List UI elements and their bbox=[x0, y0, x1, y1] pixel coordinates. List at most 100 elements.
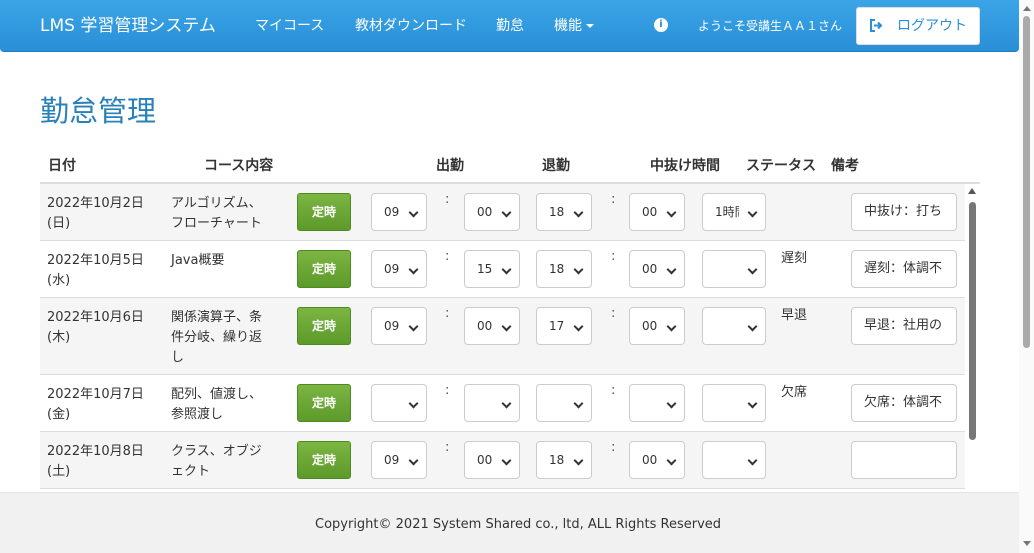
select-value: 00 bbox=[477, 205, 493, 219]
end-hour-select[interactable] bbox=[536, 384, 592, 422]
logout-button[interactable]: ログアウト bbox=[856, 7, 980, 45]
header-date: 日付 bbox=[48, 158, 76, 174]
scroll-up-arrow-icon[interactable] bbox=[968, 188, 976, 194]
end-hour-select[interactable]: 18 bbox=[536, 441, 592, 479]
break-time-select[interactable] bbox=[702, 384, 766, 422]
end-hour-select[interactable]: 18 bbox=[536, 193, 592, 231]
nav-functions-label: 機能 bbox=[554, 18, 582, 34]
chevron-down-icon bbox=[501, 321, 512, 332]
time-separator: : bbox=[611, 383, 616, 398]
logout-label: ログアウト bbox=[897, 18, 967, 34]
welcome-text: ようこそ受講生ＡＡ１さん bbox=[698, 19, 843, 33]
chevron-down-icon bbox=[408, 398, 419, 409]
start-minute-select[interactable]: 15 bbox=[464, 250, 520, 288]
remark-input[interactable]: 遅刻：体調不 bbox=[851, 250, 957, 288]
select-value: 15 bbox=[477, 262, 493, 276]
time-separator: : bbox=[445, 306, 450, 321]
nav-material-download[interactable]: 教材ダウンロード bbox=[355, 0, 467, 52]
nav-my-course[interactable]: マイコース bbox=[255, 0, 324, 52]
select-value: 00 bbox=[477, 319, 493, 333]
select-value: 00 bbox=[642, 319, 658, 333]
end-minute-select[interactable]: 00 bbox=[629, 193, 685, 231]
time-separator: : bbox=[445, 383, 450, 398]
page-scroll-thumb[interactable] bbox=[1023, 16, 1030, 348]
select-value: 09 bbox=[384, 262, 400, 276]
remark-input[interactable]: 中抜け：打ち bbox=[851, 193, 957, 231]
brand-link[interactable]: LMS 学習管理システム bbox=[40, 0, 216, 52]
start-hour-select[interactable]: 09 bbox=[371, 250, 427, 288]
teiji-button[interactable]: 定時 bbox=[297, 193, 351, 231]
teiji-button[interactable]: 定時 bbox=[297, 384, 351, 422]
start-minute-select[interactable] bbox=[464, 384, 520, 422]
start-minute-select[interactable]: 00 bbox=[464, 441, 520, 479]
chevron-down-icon bbox=[501, 207, 512, 218]
chevron-down-icon bbox=[408, 455, 419, 466]
page-scrollbar[interactable] bbox=[1019, 0, 1034, 553]
status-cell: 欠席 bbox=[781, 385, 808, 400]
select-value: 18 bbox=[549, 205, 565, 219]
start-hour-select[interactable]: 09 bbox=[371, 193, 427, 231]
end-minute-select[interactable]: 00 bbox=[629, 307, 685, 345]
course-cell: 関係演算子、条 件分岐、繰り返 し bbox=[171, 310, 263, 365]
header-course: コース内容 bbox=[204, 158, 274, 174]
status-cell: 早退 bbox=[781, 308, 808, 323]
nav-attendance[interactable]: 勤怠 bbox=[496, 0, 524, 52]
date-cell: 2022年10月5日 (水) bbox=[47, 253, 144, 288]
chevron-down-icon bbox=[501, 455, 512, 466]
remark-input[interactable]: 欠席：体調不 bbox=[851, 384, 957, 422]
break-time-select[interactable]: 1時間 bbox=[702, 193, 766, 231]
end-hour-select[interactable]: 17 bbox=[536, 307, 592, 345]
date-cell: 2022年10月8日 (土) bbox=[47, 444, 144, 479]
time-separator: : bbox=[611, 192, 616, 207]
course-cell: アルゴリズム、 フローチャート bbox=[171, 196, 262, 231]
chevron-down-icon bbox=[573, 264, 584, 275]
date-cell: 2022年10月7日 (金) bbox=[47, 387, 144, 422]
course-cell: クラス、オブジ ェクト bbox=[171, 444, 262, 479]
chevron-down-icon bbox=[666, 264, 677, 275]
chevron-down-icon bbox=[666, 455, 677, 466]
time-separator: : bbox=[445, 192, 450, 207]
info-icon[interactable]: i bbox=[654, 18, 668, 32]
page-scroll-down-icon[interactable] bbox=[1023, 541, 1031, 546]
teiji-button[interactable]: 定時 bbox=[297, 250, 351, 288]
remark-value: 遅刻：体調不 bbox=[864, 261, 943, 276]
chevron-down-icon bbox=[408, 207, 419, 218]
end-minute-select[interactable] bbox=[629, 384, 685, 422]
break-time-select[interactable] bbox=[702, 250, 766, 288]
table-row: 2022年10月6日 (木) 関係演算子、条 件分岐、繰り返 し定時 09 00 17 0… bbox=[40, 298, 965, 375]
chevron-down-icon bbox=[573, 398, 584, 409]
chevron-down-icon bbox=[573, 207, 584, 218]
teiji-button[interactable]: 定時 bbox=[297, 441, 351, 479]
table-scrollbar[interactable] bbox=[965, 186, 979, 491]
chevron-down-icon bbox=[501, 398, 512, 409]
status-cell: 遅刻 bbox=[781, 251, 808, 266]
page-scroll-up-icon[interactable] bbox=[1023, 6, 1031, 11]
nav-functions-dropdown[interactable]: 機能 bbox=[554, 0, 594, 52]
end-hour-select[interactable]: 18 bbox=[536, 250, 592, 288]
end-minute-select[interactable]: 00 bbox=[629, 441, 685, 479]
remark-value: 中抜け：打ち bbox=[864, 204, 943, 219]
header-start: 出勤 bbox=[436, 158, 464, 174]
table-scroll-thumb[interactable] bbox=[969, 202, 976, 440]
date-cell: 2022年10月2日 (日) bbox=[47, 196, 144, 231]
end-minute-select[interactable]: 00 bbox=[629, 250, 685, 288]
date-cell: 2022年10月6日 (木) bbox=[47, 310, 144, 345]
time-separator: : bbox=[445, 249, 450, 264]
break-time-select[interactable] bbox=[702, 307, 766, 345]
chevron-down-icon bbox=[573, 321, 584, 332]
select-value: 00 bbox=[642, 262, 658, 276]
header-status: ステータス bbox=[746, 158, 816, 174]
select-value: 09 bbox=[384, 205, 400, 219]
course-cell: Java概要 bbox=[171, 253, 225, 268]
select-value: 00 bbox=[477, 453, 493, 467]
break-time-select[interactable] bbox=[702, 441, 766, 479]
start-hour-select[interactable] bbox=[371, 384, 427, 422]
start-minute-select[interactable]: 00 bbox=[464, 307, 520, 345]
remark-input[interactable] bbox=[851, 441, 957, 479]
remark-input[interactable]: 早退：社用の bbox=[851, 307, 957, 345]
start-hour-select[interactable]: 09 bbox=[371, 441, 427, 479]
chevron-down-icon bbox=[747, 264, 758, 275]
start-hour-select[interactable]: 09 bbox=[371, 307, 427, 345]
teiji-button[interactable]: 定時 bbox=[297, 307, 351, 345]
start-minute-select[interactable]: 00 bbox=[464, 193, 520, 231]
